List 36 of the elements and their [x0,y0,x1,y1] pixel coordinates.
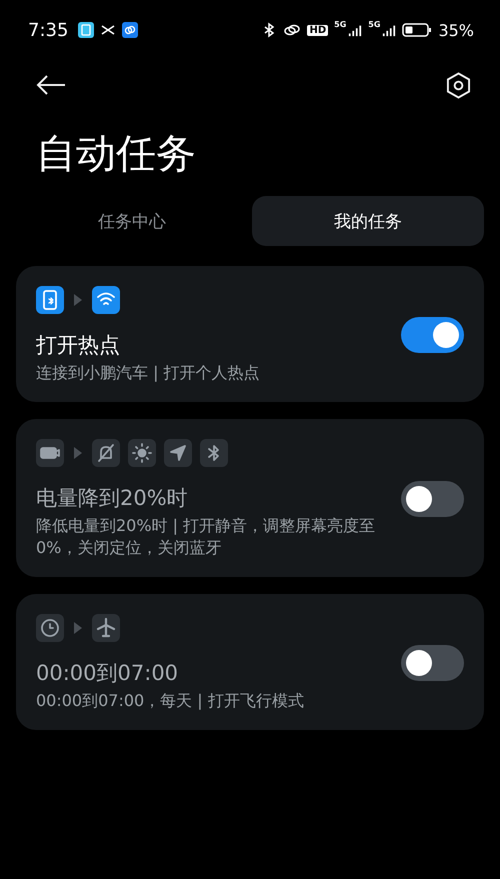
tab[interactable]: 我的任务 [252,196,484,246]
bell-off-icon [92,439,120,467]
link-icon [283,22,302,38]
network-label: 5G [334,20,346,29]
arrow-icon [74,622,82,634]
toggle-switch[interactable] [401,645,464,681]
signal-icon [348,23,362,37]
network-label: 5G [368,20,380,29]
page-title: 自动任务 [36,130,197,179]
status-time: 7:35 [28,20,68,40]
task-card[interactable]: 00:00到07:00 00:00到07:00，每天 | 打开飞行模式 [16,594,484,730]
hd-badge: HD [307,24,328,36]
task-title: 电量降到20%时 [36,485,189,512]
back-icon[interactable] [36,74,66,96]
bluetooth-icon [200,439,228,467]
signal-icon [382,23,396,37]
app-notification-icon [78,22,94,38]
arrow-icon [74,447,82,459]
task-title: 00:00到07:00 [36,660,180,687]
task-card[interactable]: 打开热点 连接到小鹏汽车 | 打开个人热点 [16,266,484,402]
battery-percentage: 35% [438,20,474,40]
link-app-icon [122,22,138,38]
task-description: 00:00到07:00，每天 | 打开飞行模式 [36,690,305,712]
settings-icon[interactable] [446,72,471,98]
wifi-icon [92,286,120,314]
airplane-icon [92,614,120,642]
toggle-switch[interactable] [401,317,464,353]
battery-icon [402,22,432,38]
brightness-icon [128,439,156,467]
toggle-switch[interactable] [401,481,464,517]
tab[interactable]: 任务中心 [16,196,248,246]
task-description: 连接到小鹏汽车 | 打开个人热点 [36,362,261,384]
task-title: 打开热点 [36,332,121,359]
task-description: 降低电量到20%时 | 打开静音，调整屏幕亮度至0%，关闭定位，关闭蓝牙 [36,515,376,559]
arrow-icon [74,294,82,306]
task-card[interactable]: 电量降到20%时 降低电量到20%时 | 打开静音，调整屏幕亮度至0%，关闭定位，关闭蓝牙 [16,419,484,577]
